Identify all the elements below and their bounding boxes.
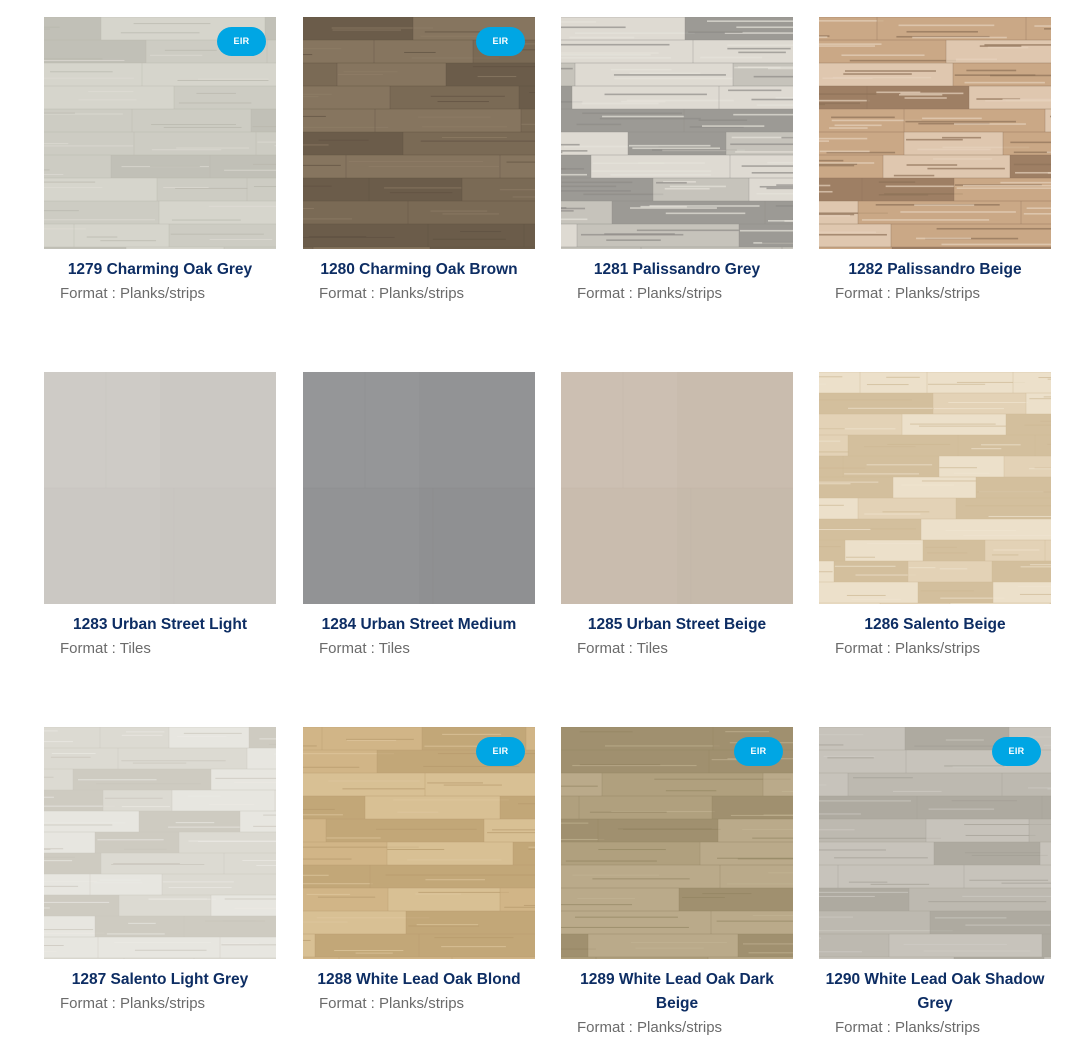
eir-badge: EIR bbox=[217, 27, 266, 56]
format-label: Format : bbox=[60, 640, 120, 657]
product-image[interactable] bbox=[44, 727, 276, 959]
floor-texture bbox=[561, 17, 793, 249]
product-image[interactable] bbox=[819, 17, 1051, 249]
product-format: Format : Planks/strips bbox=[319, 992, 535, 1016]
format-label: Format : bbox=[319, 995, 380, 1012]
floor-texture bbox=[44, 372, 276, 604]
format-label: Format : bbox=[319, 285, 380, 302]
floor-texture bbox=[561, 372, 793, 604]
product-image[interactable] bbox=[561, 17, 793, 249]
product-card[interactable]: 1287 Salento Light Grey Format : Planks/… bbox=[44, 727, 276, 1016]
product-card[interactable]: EIR 1290 White Lead Oak Shadow Grey Form… bbox=[819, 727, 1051, 1040]
product-format: Format : Planks/strips bbox=[577, 282, 793, 306]
eir-badge: EIR bbox=[476, 27, 525, 56]
product-image[interactable] bbox=[819, 372, 1051, 604]
product-name-link[interactable]: 1288 White Lead Oak Blond bbox=[303, 968, 535, 992]
product-name-link[interactable]: 1287 Salento Light Grey bbox=[44, 968, 276, 992]
product-card[interactable]: 1286 Salento Beige Format : Planks/strip… bbox=[819, 372, 1051, 661]
format-label: Format : bbox=[835, 1019, 896, 1036]
product-card[interactable]: 1282 Palissandro Beige Format : Planks/s… bbox=[819, 17, 1051, 306]
format-label: Format : bbox=[60, 995, 121, 1012]
product-name-link[interactable]: 1285 Urban Street Beige bbox=[561, 613, 793, 637]
format-value: Planks/strips bbox=[379, 285, 465, 302]
floor-texture bbox=[303, 372, 535, 604]
product-card[interactable]: 1285 Urban Street Beige Format : Tiles bbox=[561, 372, 793, 661]
product-card[interactable]: 1284 Urban Street Medium Format : Tiles bbox=[303, 372, 535, 661]
product-card[interactable]: EIR 1289 White Lead Oak Dark Beige Forma… bbox=[561, 727, 793, 1040]
floor-texture bbox=[819, 17, 1051, 249]
product-name-link[interactable]: 1290 White Lead Oak Shadow Grey bbox=[819, 968, 1051, 1016]
format-value: Planks/strips bbox=[120, 285, 206, 302]
product-format: Format : Tiles bbox=[319, 637, 535, 661]
format-label: Format : bbox=[577, 1019, 638, 1036]
format-label: Format : bbox=[60, 285, 121, 302]
product-name-link[interactable]: 1283 Urban Street Light bbox=[44, 613, 276, 637]
product-name-link[interactable]: 1279 Charming Oak Grey bbox=[44, 258, 276, 282]
product-image[interactable]: EIR bbox=[561, 727, 793, 959]
eir-badge: EIR bbox=[992, 737, 1041, 766]
product-card[interactable]: EIR 1280 Charming Oak Brown Format : Pla… bbox=[303, 17, 535, 306]
format-value: Planks/strips bbox=[895, 640, 981, 657]
product-image[interactable]: EIR bbox=[303, 17, 535, 249]
format-value: Tiles bbox=[378, 640, 410, 657]
floor-texture bbox=[819, 372, 1051, 604]
floor-texture bbox=[44, 727, 276, 959]
product-image[interactable]: EIR bbox=[819, 727, 1051, 959]
product-format: Format : Tiles bbox=[577, 637, 793, 661]
product-image[interactable] bbox=[44, 372, 276, 604]
product-name-link[interactable]: 1281 Palissandro Grey bbox=[561, 258, 793, 282]
product-card[interactable]: 1281 Palissandro Grey Format : Planks/st… bbox=[561, 17, 793, 306]
product-format: Format : Planks/strips bbox=[319, 282, 535, 306]
format-label: Format : bbox=[835, 640, 896, 657]
product-image[interactable]: EIR bbox=[44, 17, 276, 249]
product-name-link[interactable]: 1282 Palissandro Beige bbox=[819, 258, 1051, 282]
format-label: Format : bbox=[319, 640, 379, 657]
product-name-link[interactable]: 1286 Salento Beige bbox=[819, 613, 1051, 637]
product-format: Format : Planks/strips bbox=[60, 992, 276, 1016]
product-card[interactable]: 1283 Urban Street Light Format : Tiles bbox=[44, 372, 276, 661]
format-value: Planks/strips bbox=[379, 995, 465, 1012]
product-card[interactable]: EIR 1288 White Lead Oak Blond Format : P… bbox=[303, 727, 535, 1016]
eir-badge: EIR bbox=[734, 737, 783, 766]
product-name-link[interactable]: 1289 White Lead Oak Dark Beige bbox=[561, 968, 793, 1016]
format-label: Format : bbox=[577, 285, 638, 302]
format-label: Format : bbox=[835, 285, 896, 302]
product-image[interactable] bbox=[561, 372, 793, 604]
format-value: Tiles bbox=[119, 640, 151, 657]
product-format: Format : Planks/strips bbox=[577, 1016, 793, 1040]
product-name-link[interactable]: 1284 Urban Street Medium bbox=[303, 613, 535, 637]
product-format: Format : Tiles bbox=[60, 637, 276, 661]
format-value: Planks/strips bbox=[120, 995, 206, 1012]
format-value: Tiles bbox=[636, 640, 668, 657]
product-format: Format : Planks/strips bbox=[60, 282, 276, 306]
format-value: Planks/strips bbox=[637, 285, 723, 302]
product-grid: EIR 1279 Charming Oak Grey Format : Plan… bbox=[0, 0, 1089, 1043]
product-format: Format : Planks/strips bbox=[835, 282, 1051, 306]
product-format: Format : Planks/strips bbox=[835, 1016, 1051, 1040]
product-image[interactable]: EIR bbox=[303, 727, 535, 959]
format-value: Planks/strips bbox=[895, 285, 981, 302]
product-name-link[interactable]: 1280 Charming Oak Brown bbox=[303, 258, 535, 282]
format-value: Planks/strips bbox=[637, 1019, 723, 1036]
product-image[interactable] bbox=[303, 372, 535, 604]
product-card[interactable]: EIR 1279 Charming Oak Grey Format : Plan… bbox=[44, 17, 276, 306]
format-label: Format : bbox=[577, 640, 637, 657]
eir-badge: EIR bbox=[476, 737, 525, 766]
product-format: Format : Planks/strips bbox=[835, 637, 1051, 661]
format-value: Planks/strips bbox=[895, 1019, 981, 1036]
